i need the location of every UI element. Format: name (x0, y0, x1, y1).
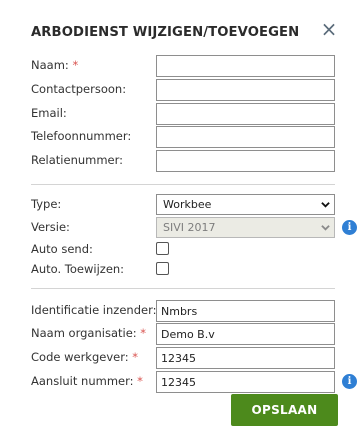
auto-send-row: Auto send: (31, 239, 341, 261)
telefoonnummer-row: Telefoonnummer: (31, 126, 341, 148)
dialog-title: ARBODIENST WIJZIGEN/TOEVOEGEN (31, 25, 300, 40)
contactpersoon-label: Contactpersoon: (31, 82, 127, 96)
naam-row: Naam: * (31, 55, 341, 77)
contactpersoon-field[interactable] (156, 79, 335, 101)
email-field[interactable] (156, 103, 335, 125)
required-marker: * (140, 326, 147, 340)
werkgever-label: Code werkgever: * (31, 350, 139, 364)
save-button[interactable]: OPSLAAN (231, 394, 338, 426)
versie-select: SIVI 2017 (156, 217, 335, 238)
required-marker: * (132, 350, 139, 364)
relatienummer-row: Relatienummer: (31, 150, 341, 172)
telefoonnummer-field[interactable] (156, 126, 335, 148)
werkgever-field[interactable] (156, 347, 335, 369)
type-row: Type: Workbee (31, 194, 341, 216)
info-icon[interactable]: i (342, 374, 357, 389)
auto-send-label: Auto send: (31, 242, 93, 256)
inzender-label: Identificatie inzender: * (31, 303, 166, 317)
aansluit-label: Aansluit nummer: * (31, 374, 143, 388)
naam-label: Naam: * (31, 58, 79, 72)
info-icon[interactable]: i (342, 220, 357, 235)
section-divider (31, 184, 335, 185)
relatienummer-field[interactable] (156, 150, 335, 172)
auto-toewijzen-row: Auto. Toewijzen: (31, 259, 341, 281)
contactpersoon-row: Contactpersoon: (31, 79, 341, 101)
organisatie-field[interactable] (156, 323, 335, 345)
arbodienst-dialog: ARBODIENST WIJZIGEN/TOEVOEGEN × Naam: * … (0, 0, 362, 447)
required-marker: * (72, 58, 79, 72)
email-row: Email: (31, 103, 341, 125)
type-select[interactable]: Workbee (156, 194, 335, 215)
auto-toewijzen-label: Auto. Toewijzen: (31, 262, 125, 276)
aansluit-field[interactable] (156, 371, 335, 393)
relatienummer-label: Relatienummer: (31, 153, 124, 167)
inzender-row: Identificatie inzender: * (31, 300, 341, 322)
required-marker: * (137, 374, 143, 388)
close-icon[interactable]: × (320, 18, 338, 40)
organisatie-label: Naam organisatie: * (31, 326, 147, 340)
telefoonnummer-label: Telefoonnummer: (31, 129, 132, 143)
section-divider (31, 288, 335, 289)
versie-row: Versie: SIVI 2017 i (31, 217, 357, 239)
auto-send-checkbox[interactable] (156, 242, 169, 255)
naam-field[interactable] (156, 55, 335, 77)
chevron-down-icon (321, 202, 330, 208)
inzender-field[interactable] (156, 300, 335, 322)
type-select-value: Workbee (163, 198, 212, 211)
organisatie-row: Naam organisatie: * (31, 323, 341, 345)
aansluit-row: Aansluit nummer: * i (31, 371, 357, 393)
type-label: Type: (31, 197, 62, 211)
versie-label: Versie: (31, 220, 70, 234)
email-label: Email: (31, 106, 67, 120)
auto-toewijzen-checkbox[interactable] (156, 262, 169, 275)
versie-select-value: SIVI 2017 (163, 221, 216, 234)
chevron-down-icon (321, 225, 330, 231)
werkgever-row: Code werkgever: * (31, 347, 341, 369)
